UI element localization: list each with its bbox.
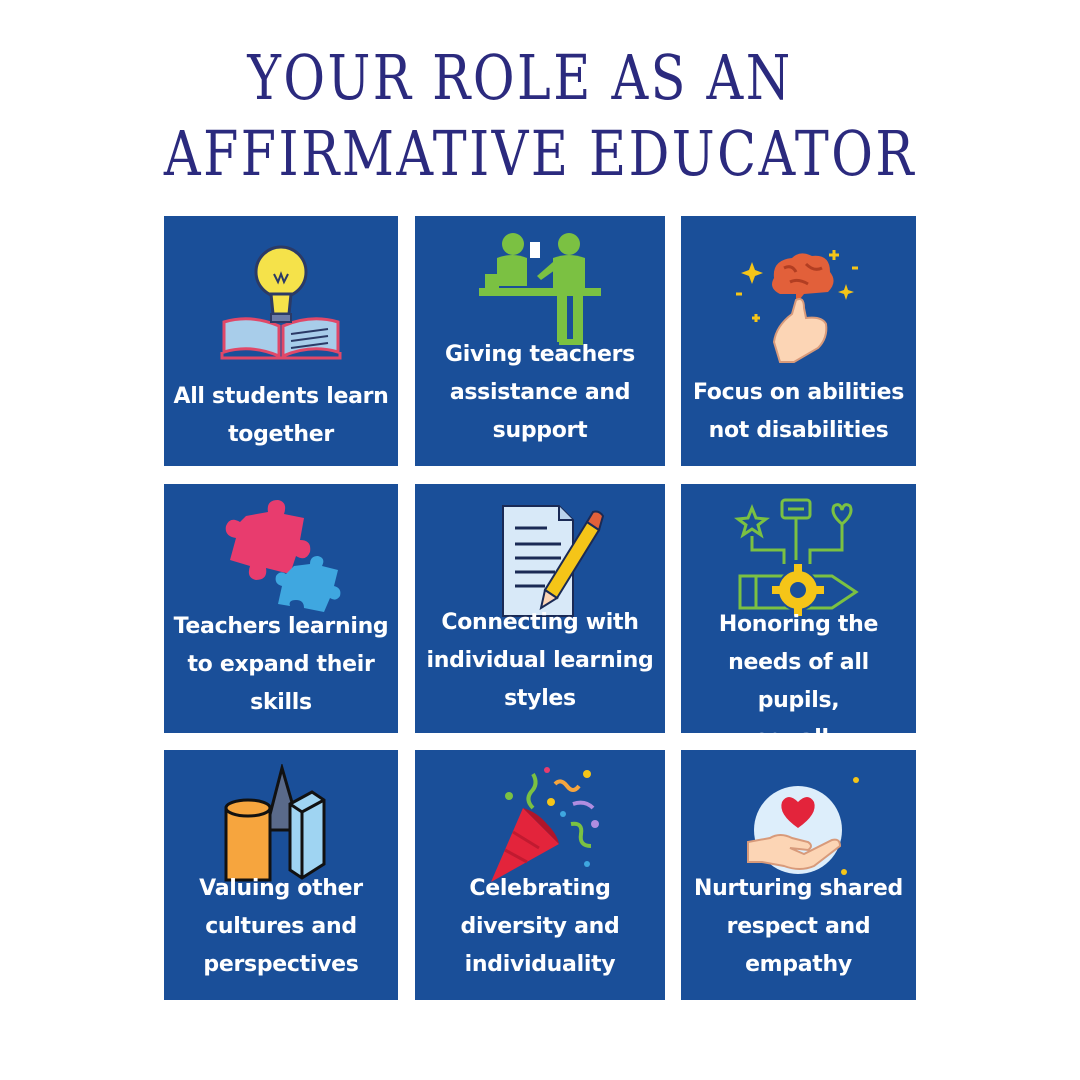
card-label-line: needs of all pupils, bbox=[728, 650, 869, 713]
card-label-line: perspectives bbox=[203, 952, 359, 977]
card-label-line: Giving teachers bbox=[445, 342, 635, 367]
card-label-line: empathy bbox=[745, 952, 852, 977]
card-label-line: to expand their bbox=[187, 652, 375, 677]
teachers-meeting-icon bbox=[475, 224, 605, 354]
card-label-line: styles bbox=[504, 686, 576, 711]
title-line-2: AFFIRMATIVE EDUCATOR bbox=[163, 117, 917, 190]
card-teachers-learning: Teachers learning to expand their skills bbox=[164, 484, 398, 733]
card-honoring-needs: Honoring the needs of all pupils, equall… bbox=[681, 484, 916, 751]
card-label-line: individuality bbox=[464, 952, 616, 977]
card-label-line: skills bbox=[250, 690, 312, 715]
lightbulb-book-icon bbox=[216, 234, 346, 364]
puzzle-pieces-icon bbox=[216, 488, 346, 618]
card-label-line: Nurturing shared bbox=[694, 876, 903, 901]
card-focus-abilities: Focus on abilities not disabilities bbox=[681, 216, 916, 466]
card-label-line: individual learning bbox=[426, 648, 654, 673]
card-connecting-styles: Connecting with individual learning styl… bbox=[415, 484, 665, 733]
pencil-gear-icon bbox=[733, 494, 864, 624]
card-label-line: respect and bbox=[726, 914, 871, 939]
card-nurturing-respect: Nurturing shared respect and empathy bbox=[681, 750, 916, 1000]
brain-hand-icon bbox=[734, 238, 864, 368]
card-label-line: Connecting with bbox=[441, 610, 639, 635]
card-label-line: support bbox=[492, 418, 588, 443]
title-line-1: YOUR ROLE AS AN bbox=[247, 41, 793, 114]
card-label-line: Teachers learning bbox=[173, 614, 389, 639]
card-label-line: assistance and bbox=[449, 380, 631, 405]
card-label-line: Focus on abilities bbox=[692, 380, 905, 405]
card-giving-teachers: Giving teachers assistance and support bbox=[415, 216, 665, 466]
card-all-students-learn: All students learn together bbox=[164, 216, 398, 466]
card-label-line: All students learn bbox=[173, 384, 389, 409]
card-label-line: diversity and bbox=[460, 914, 620, 939]
card-label-line: Honoring the bbox=[718, 612, 879, 637]
card-label-line: together bbox=[228, 422, 334, 447]
card-label-line: Celebrating bbox=[469, 876, 611, 901]
card-valuing-cultures: Valuing other cultures and perspectives bbox=[164, 750, 398, 1000]
roles-grid: All students learn together Giving teach… bbox=[164, 216, 916, 1000]
card-label-line: cultures and bbox=[205, 914, 357, 939]
title: YOUR ROLE AS AN AFFIRMATIVE EDUCATOR bbox=[0, 40, 1080, 192]
card-label-line: Valuing other bbox=[199, 876, 363, 901]
card-label-line: not disabilities bbox=[708, 418, 889, 443]
card-celebrating-diversity: Celebrating diversity and individuality bbox=[415, 750, 665, 1000]
